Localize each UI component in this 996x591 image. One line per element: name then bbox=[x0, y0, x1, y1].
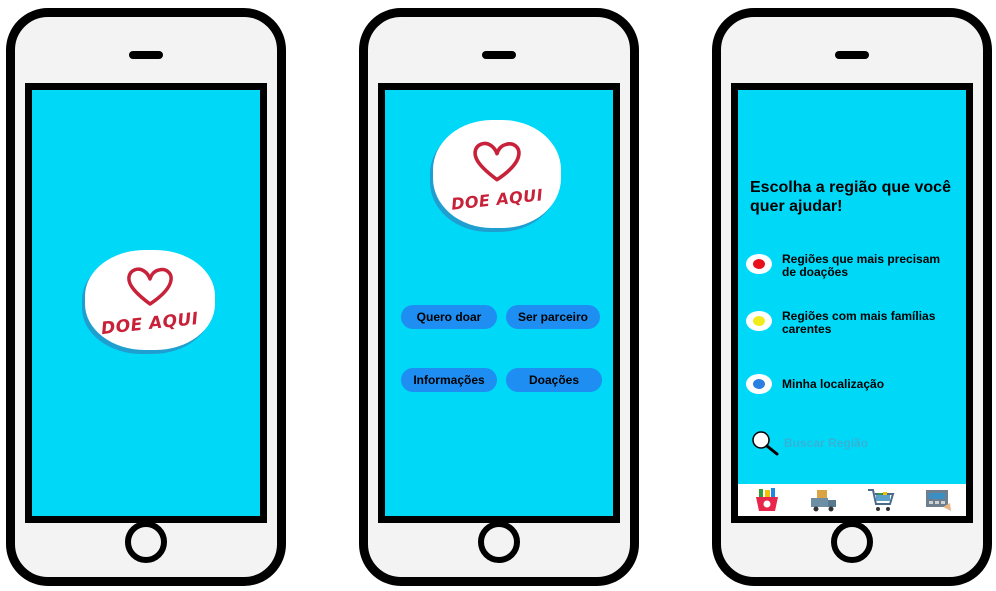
red-dot bbox=[753, 259, 765, 269]
search-region[interactable]: Buscar Região bbox=[750, 430, 868, 456]
informacoes-button[interactable]: Informações bbox=[401, 368, 497, 392]
option-regions-needy-families[interactable]: Regiões com mais famílias carentes bbox=[746, 310, 942, 336]
magnifier-icon bbox=[752, 431, 779, 456]
red-radio-icon[interactable] bbox=[746, 254, 772, 274]
ser-parceiro-button[interactable]: Ser parceiro bbox=[506, 305, 600, 329]
page-title: Escolha a região que você quer ajudar! bbox=[750, 179, 951, 215]
basket-icon[interactable] bbox=[752, 487, 782, 513]
home-button[interactable] bbox=[125, 521, 167, 563]
option-label: Regiões com mais famílias carentes bbox=[782, 309, 936, 336]
phone-splash: DOE AQUI bbox=[6, 8, 286, 586]
speaker bbox=[482, 51, 516, 59]
logo-text: DOE AQUI bbox=[100, 308, 200, 340]
heart-icon bbox=[127, 267, 173, 306]
phone-menu: DOE AQUI Quero doar Ser parceiro Informa… bbox=[359, 8, 639, 586]
bottom-nav bbox=[738, 484, 966, 516]
phone-region: Escolha a região que você quer ajudar! R… bbox=[712, 8, 992, 586]
shopping-cart-icon[interactable] bbox=[866, 487, 896, 513]
home-button[interactable] bbox=[478, 521, 520, 563]
option-label: Regiões que mais precisam de doações bbox=[782, 252, 941, 279]
option-my-location[interactable]: Minha localização bbox=[746, 373, 942, 395]
yellow-radio-icon[interactable] bbox=[746, 311, 772, 331]
option-regions-need-donations[interactable]: Regiões que mais precisam de doações bbox=[746, 253, 942, 279]
region-screen: Escolha a região que você quer ajudar! R… bbox=[731, 83, 973, 523]
app-logo: DOE AQUI bbox=[85, 250, 215, 350]
speaker bbox=[129, 51, 163, 59]
quero-doar-button[interactable]: Quero doar bbox=[401, 305, 497, 329]
speaker bbox=[835, 51, 869, 59]
register-icon[interactable] bbox=[923, 487, 953, 513]
blue-dot bbox=[753, 379, 765, 389]
menu-screen: DOE AQUI Quero doar Ser parceiro Informa… bbox=[378, 83, 620, 523]
logo-text: DOE AQUI bbox=[450, 184, 544, 214]
delivery-truck-icon[interactable] bbox=[809, 487, 839, 513]
home-button[interactable] bbox=[831, 521, 873, 563]
heart-icon bbox=[473, 141, 521, 181]
search-placeholder: Buscar Região bbox=[784, 436, 869, 450]
doacoes-button[interactable]: Doações bbox=[506, 368, 602, 392]
yellow-dot bbox=[753, 316, 765, 326]
splash-screen: DOE AQUI bbox=[25, 83, 267, 523]
blue-radio-icon[interactable] bbox=[746, 374, 772, 394]
app-logo: DOE AQUI bbox=[433, 120, 561, 228]
option-label: Minha localização bbox=[782, 377, 885, 391]
